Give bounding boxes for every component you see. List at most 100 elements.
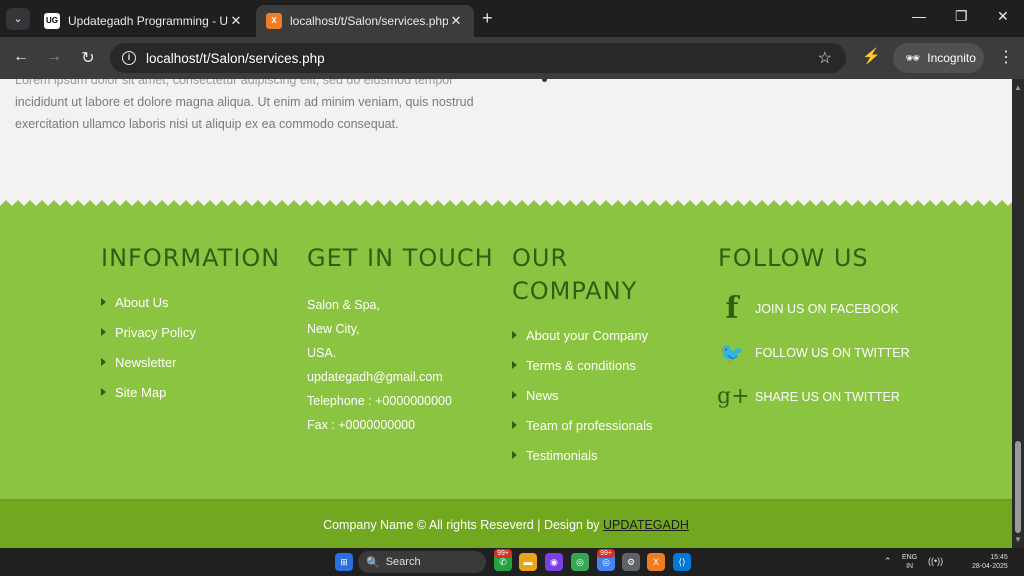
chevron-up-icon[interactable]: ⌃	[884, 557, 892, 566]
new-tab-icon[interactable]: +	[482, 8, 493, 29]
window-close-icon[interactable]: ✕	[997, 8, 1009, 25]
copyright-text: Company Name © All rights Reseverd | Des…	[323, 518, 604, 532]
browser-icon[interactable]: ◉	[545, 553, 563, 571]
contact-email[interactable]: updategadh@gmail.com	[307, 365, 452, 389]
incognito-button[interactable]: 🕶 Incognito	[893, 43, 984, 73]
contact-fax: Fax : +0000000000	[307, 418, 416, 432]
intro-paragraph: Lorem ipsum dolor sit amet, consectetur …	[15, 79, 515, 135]
link-label[interactable]: Testimonials	[526, 448, 598, 463]
social-twitter-follow[interactable]: 🐦 FOLLOW US ON TWITTER	[717, 338, 910, 368]
get-in-touch-title: GET IN TOUCH	[307, 244, 494, 272]
company-links: About your Company Terms & conditions Ne…	[512, 320, 652, 470]
language-indicator[interactable]: ENG IN	[902, 553, 917, 571]
link-label[interactable]: About Us	[115, 295, 168, 310]
tab-search-button[interactable]: ⌄	[6, 8, 30, 30]
incognito-icon: 🕶	[905, 51, 921, 65]
footer-link-terms[interactable]: Terms & conditions	[512, 350, 652, 380]
link-label[interactable]: Newsletter	[115, 355, 176, 370]
link-label[interactable]: Terms & conditions	[526, 358, 636, 373]
footer-link-testimonials[interactable]: Testimonials	[512, 440, 652, 470]
intro-line-2: exercitation ullamco laboris nisi ut ali…	[15, 117, 399, 131]
link-label[interactable]: News	[526, 388, 559, 403]
close-icon[interactable]: ✕	[448, 13, 464, 29]
xampp-icon[interactable]: X	[647, 553, 665, 571]
vscode-icon[interactable]: ⟨⟩	[673, 553, 691, 571]
google-plus-icon: g+	[717, 384, 750, 409]
extension-icon[interactable]: ⚡	[862, 47, 881, 65]
site-info-icon[interactable]: i	[122, 51, 136, 65]
browser-menu-icon[interactable]: ⋮	[998, 47, 1014, 67]
footer-link-about-company[interactable]: About your Company	[512, 320, 652, 350]
file-explorer-icon[interactable]: ▬	[519, 553, 537, 571]
incognito-label: Incognito	[927, 51, 976, 65]
follow-us-title: FOLLOW US	[718, 244, 869, 272]
link-label[interactable]: Privacy Policy	[115, 325, 196, 340]
settings-gear-icon[interactable]: ⚙	[622, 553, 640, 571]
address-bar[interactable]: i localhost/t/Salon/services.php ☆	[110, 43, 846, 73]
chrome-icon[interactable]: ◎	[571, 553, 589, 571]
designer-link[interactable]: UPDATEGADH	[603, 518, 689, 532]
notification-badge: 99+	[597, 549, 615, 558]
close-icon[interactable]: ✕	[228, 13, 244, 29]
footer-link-news[interactable]: News	[512, 380, 652, 410]
arrow-right-icon	[512, 451, 517, 459]
bookmark-star-icon[interactable]: ☆	[818, 48, 832, 68]
link-label[interactable]: Team of professionals	[526, 418, 652, 433]
slider-dot[interactable]	[542, 79, 547, 82]
scroll-down-icon[interactable]: ▼	[1014, 535, 1022, 544]
tab-updategadh[interactable]: UG Updategadh Programming - Upda ✕	[34, 5, 254, 37]
page-scrollbar[interactable]: ▲ ▼	[1012, 79, 1024, 548]
wifi-icon[interactable]: ((•))	[928, 557, 943, 566]
copyright-bar: Company Name © All rights Reseverd | Des…	[0, 499, 1012, 548]
arrow-right-icon	[101, 328, 106, 336]
scroll-thumb[interactable]	[1015, 441, 1021, 533]
footer-link-privacy-policy[interactable]: Privacy Policy	[101, 317, 196, 347]
footer-link-about-us[interactable]: About Us	[101, 287, 196, 317]
start-icon[interactable]: ⊞	[335, 553, 353, 571]
information-links: About Us Privacy Policy Newsletter Site …	[101, 287, 196, 407]
footer-link-newsletter[interactable]: Newsletter	[101, 347, 196, 377]
search-label: Search	[385, 556, 421, 568]
social-label[interactable]: SHARE US ON TWITTER	[755, 390, 900, 404]
restore-icon[interactable]: ❐	[955, 8, 968, 25]
arrow-right-icon	[512, 331, 517, 339]
xampp-favicon-icon: X	[266, 13, 282, 29]
notification-badge: 99+	[494, 549, 512, 558]
url-text[interactable]: localhost/t/Salon/services.php	[146, 51, 325, 66]
contact-telephone: Telephone : +0000000000	[307, 394, 452, 408]
link-label[interactable]: Site Map	[115, 385, 166, 400]
clock[interactable]: 15:45 28-04-2025	[972, 553, 1008, 571]
social-share[interactable]: g+ SHARE US ON TWITTER	[717, 382, 900, 412]
twitter-icon: 🐦	[719, 341, 745, 365]
browser-toolbar: ← → ↻ i localhost/t/Salon/services.php ☆…	[0, 37, 1024, 79]
intro-line-1: incididunt ut labore et dolore magna ali…	[15, 95, 474, 109]
updategadh-favicon-icon: UG	[44, 13, 60, 29]
contact-line: New City,	[307, 322, 360, 336]
minimize-icon[interactable]: —	[912, 8, 926, 24]
forward-icon[interactable]: →	[44, 48, 64, 66]
link-label[interactable]: About your Company	[526, 328, 648, 343]
arrow-right-icon	[101, 298, 106, 306]
clock-date: 28-04-2025	[972, 563, 1008, 570]
social-facebook[interactable]: f JOIN US ON FACEBOOK	[717, 294, 899, 324]
title-line: COMPANY	[512, 277, 638, 305]
back-icon[interactable]: ←	[11, 48, 31, 66]
footer-link-site-map[interactable]: Site Map	[101, 377, 196, 407]
tab-services[interactable]: X localhost/t/Salon/services.php ✕	[256, 5, 474, 37]
clock-time: 15:45	[990, 554, 1008, 561]
footer-link-team[interactable]: Team of professionals	[512, 410, 652, 440]
intro-line-cut: Lorem ipsum dolor sit amet, consectetur …	[15, 79, 454, 87]
tab-title: localhost/t/Salon/services.php	[290, 14, 448, 28]
social-label[interactable]: JOIN US ON FACEBOOK	[755, 302, 899, 316]
arrow-right-icon	[101, 358, 106, 366]
taskbar-search[interactable]: 🔍 Search	[358, 551, 486, 573]
arrow-right-icon	[512, 361, 517, 369]
social-label[interactable]: FOLLOW US ON TWITTER	[755, 346, 910, 360]
arrow-right-icon	[512, 421, 517, 429]
reload-icon[interactable]: ↻	[78, 48, 98, 68]
facebook-icon: f	[725, 291, 739, 326]
scroll-up-icon[interactable]: ▲	[1014, 83, 1022, 92]
windows-taskbar: ⊞ 🔍 Search ✆ 99+ ▬ ◉ ◎ ◎ 99+ ⚙ X ⟨⟩ ⌃ EN…	[0, 548, 1024, 576]
browser-tab-strip: ⌄ UG Updategadh Programming - Upda ✕ X l…	[0, 0, 1024, 37]
arrow-right-icon	[512, 391, 517, 399]
